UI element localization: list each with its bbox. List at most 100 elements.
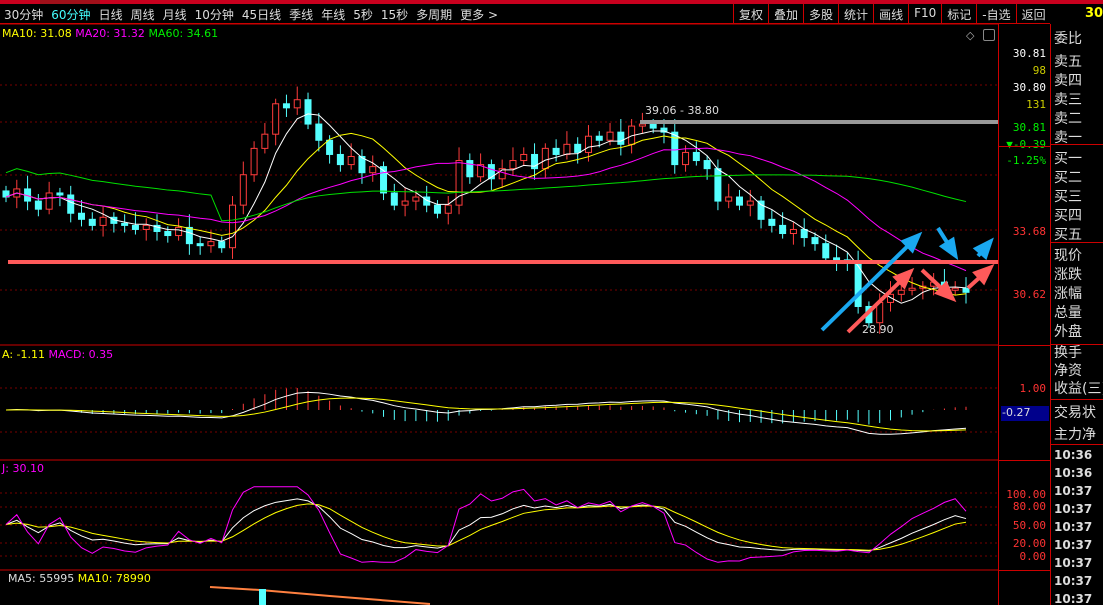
candle bbox=[682, 151, 690, 166]
quote-label-12: 涨跌 bbox=[1054, 267, 1082, 283]
candle bbox=[121, 222, 129, 226]
axis-label: 30.62 bbox=[1012, 288, 1046, 301]
volume-ma-line bbox=[209, 586, 431, 605]
quote-label-3: 卖三 bbox=[1054, 92, 1082, 108]
trade-time: 10:37 bbox=[1054, 574, 1093, 588]
candle bbox=[67, 194, 75, 214]
macd-value: MACD: 0.35 bbox=[48, 348, 114, 361]
axis-label: 0.00 bbox=[1019, 550, 1047, 563]
candle bbox=[78, 212, 86, 220]
candle bbox=[326, 139, 334, 155]
quote-label-10: 买五 bbox=[1054, 227, 1082, 243]
candle bbox=[789, 228, 797, 235]
quote-label-9: 买四 bbox=[1054, 208, 1082, 224]
candle bbox=[336, 153, 344, 166]
kline-chart[interactable] bbox=[0, 0, 998, 605]
candle bbox=[833, 257, 841, 261]
diamond-icon[interactable]: ◇ bbox=[966, 29, 974, 42]
trade-time: 10:36 bbox=[1054, 448, 1093, 462]
panel-toggle-icon[interactable] bbox=[983, 29, 995, 41]
trade-time: 10:36 bbox=[1054, 466, 1093, 480]
candle bbox=[779, 224, 787, 235]
candle bbox=[768, 218, 776, 226]
quote-label-19: 交易状 bbox=[1054, 405, 1096, 421]
candle bbox=[239, 174, 247, 206]
candle bbox=[315, 123, 323, 141]
candle bbox=[218, 241, 226, 249]
range-label: 39.06 - 38.80 bbox=[645, 104, 719, 117]
quote-label-1: 卖五 bbox=[1054, 54, 1082, 70]
sell4-price: 30.80 bbox=[1012, 81, 1046, 94]
candle bbox=[433, 204, 441, 214]
candle bbox=[229, 204, 237, 249]
candle bbox=[746, 200, 754, 206]
candle bbox=[520, 153, 528, 162]
quote-panel: 委比 卖五 卖四 卖三 卖二 卖一 买一 买二 买三 买四 买五 现价 涨跌 涨幅 总量 外盘 换手 净资 收益(三… bbox=[1050, 24, 1103, 605]
axis-label: 80.00 bbox=[1012, 500, 1046, 513]
tool-button-8[interactable]: 返回 bbox=[1015, 4, 1051, 24]
blue-arrow-head bbox=[938, 236, 959, 261]
candle bbox=[304, 99, 312, 125]
candle bbox=[142, 224, 150, 230]
candle bbox=[466, 160, 474, 178]
ma60-line bbox=[5, 168, 967, 222]
quote-label-8: 买三 bbox=[1054, 189, 1082, 205]
macd-legend: A: -1.11 MACD: 0.35 bbox=[2, 348, 113, 361]
macd-current-value: -0.27 bbox=[1001, 406, 1049, 421]
axis-label: 20.00 bbox=[1012, 537, 1046, 550]
candle bbox=[584, 135, 592, 153]
candle bbox=[638, 123, 646, 127]
candle bbox=[811, 237, 819, 245]
quote-label-14: 总量 bbox=[1054, 305, 1082, 321]
candle bbox=[649, 123, 657, 129]
candle bbox=[185, 226, 193, 245]
candle bbox=[261, 133, 269, 149]
trade-time: 10:37 bbox=[1054, 592, 1093, 605]
candle bbox=[34, 200, 42, 210]
price-change-pct: -1.25% bbox=[1006, 154, 1046, 167]
candle bbox=[541, 147, 549, 170]
candle bbox=[822, 243, 830, 259]
axis-label: 33.68 bbox=[1012, 225, 1046, 238]
quote-label-2: 卖四 bbox=[1054, 73, 1082, 89]
candle bbox=[714, 168, 722, 202]
dif-value: A: -1.11 bbox=[2, 348, 45, 361]
candle bbox=[412, 196, 420, 202]
candle bbox=[250, 147, 258, 176]
candle bbox=[56, 192, 64, 196]
volume-legend: MA5: 55995 MA10: 78990 bbox=[8, 572, 151, 585]
candle bbox=[735, 196, 743, 206]
blue-arrow-head bbox=[972, 237, 994, 261]
candle bbox=[369, 166, 377, 174]
quote-label-15: 外盘 bbox=[1054, 324, 1082, 340]
candle bbox=[725, 196, 733, 202]
sell5-volume: 98 bbox=[1032, 64, 1046, 77]
candle bbox=[897, 289, 905, 295]
candle bbox=[444, 204, 452, 214]
candle bbox=[951, 287, 959, 291]
quote-label-0: 委比 bbox=[1054, 31, 1082, 47]
candle bbox=[347, 155, 355, 166]
axis-label: 1.00 bbox=[1019, 382, 1047, 395]
candle bbox=[282, 103, 290, 109]
sell4-volume: 131 bbox=[1026, 98, 1046, 111]
ma5-line bbox=[5, 113, 967, 304]
trade-time: 10:37 bbox=[1054, 538, 1093, 552]
quote-label-11: 现价 bbox=[1054, 248, 1082, 264]
candle bbox=[272, 103, 280, 135]
candle bbox=[175, 226, 183, 237]
ma-legend: MA10: 31.08 MA20: 31.32 MA60: 34.61 bbox=[2, 27, 218, 40]
candle bbox=[45, 192, 53, 210]
quote-label-17: 净资 bbox=[1054, 363, 1082, 379]
candle bbox=[800, 228, 808, 239]
axis-label: 50.00 bbox=[1012, 519, 1046, 532]
quote-label-6: 买一 bbox=[1054, 151, 1082, 167]
ma10-line bbox=[5, 132, 967, 296]
candle bbox=[552, 147, 560, 155]
current-price: 30.81 bbox=[1012, 121, 1046, 134]
stock-code: 30 bbox=[1085, 6, 1103, 21]
candle bbox=[574, 143, 582, 153]
candle bbox=[595, 135, 603, 141]
candle bbox=[390, 192, 398, 206]
candle bbox=[908, 287, 916, 291]
